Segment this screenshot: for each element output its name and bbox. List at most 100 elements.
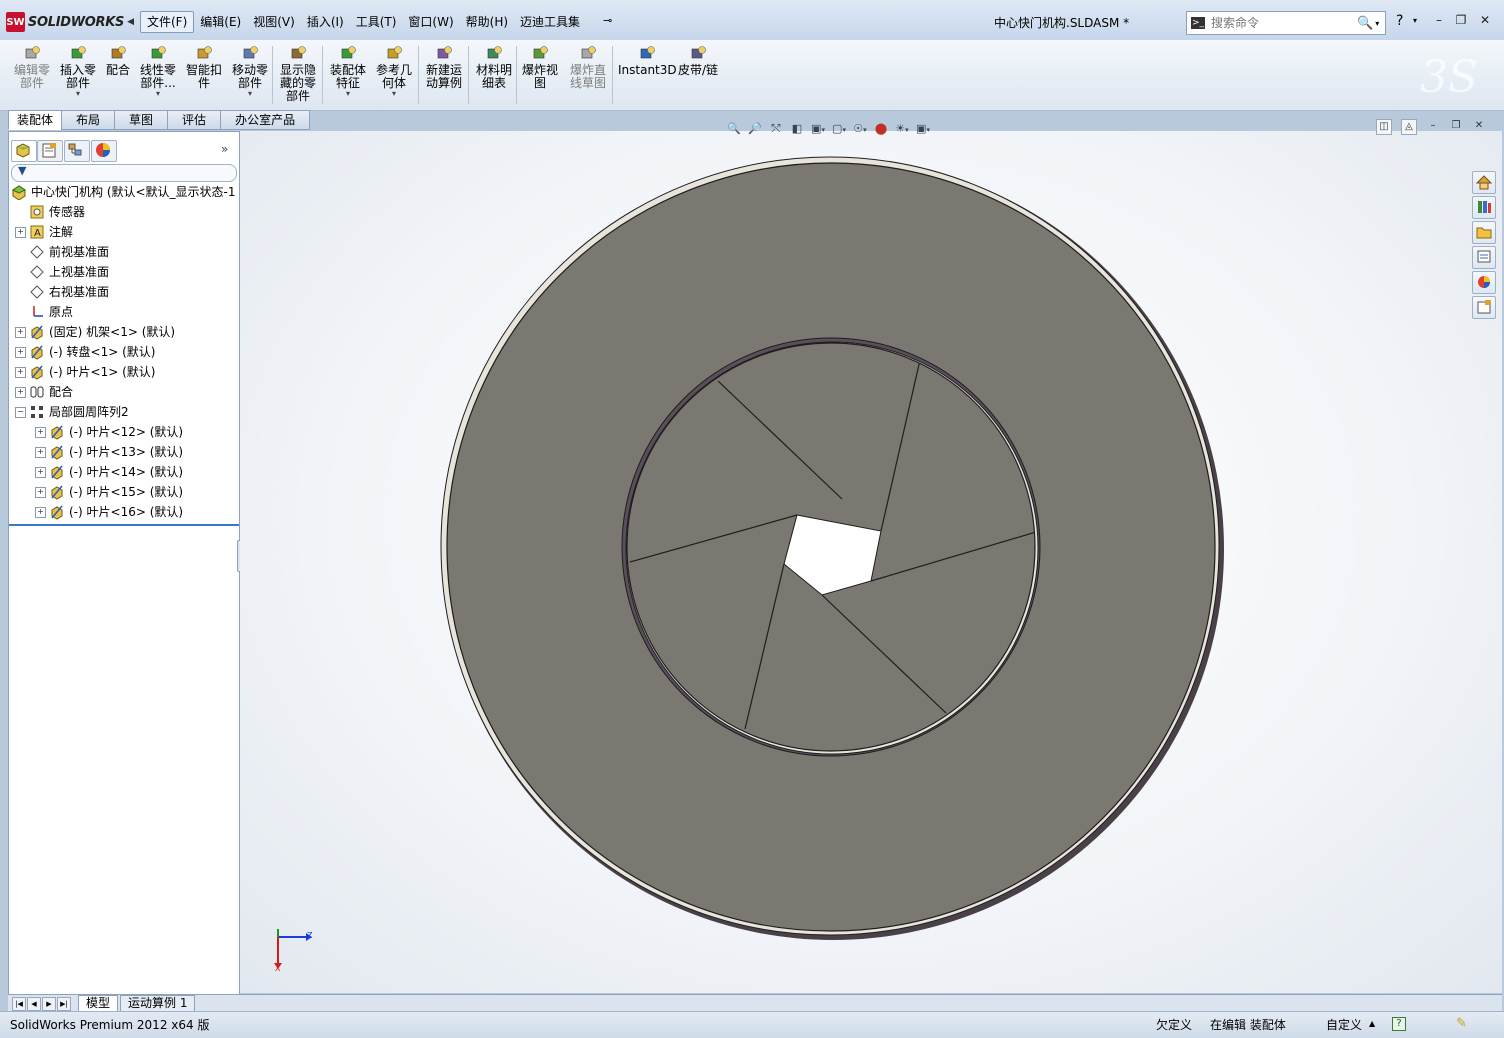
tab-motion-study-1[interactable]: 运动算例 1 xyxy=(120,995,196,1012)
cm-tab-0[interactable]: 装配体 xyxy=(8,110,63,130)
move-component-icon xyxy=(243,46,258,59)
instant3d-button[interactable]: Instant3D xyxy=(618,44,677,77)
tree-node[interactable]: + (-) 转盘<1> (默认) xyxy=(15,342,155,362)
rebuild-icon[interactable]: ✎ xyxy=(1456,1016,1467,1031)
design-library-tab[interactable] xyxy=(1472,196,1496,219)
new-motion-study-button[interactable]: 新建运 动算例 xyxy=(426,44,462,90)
last-tab-icon[interactable]: ▶| xyxy=(57,997,71,1011)
tree-node[interactable]: 传感器 xyxy=(15,202,85,222)
assembly-features-button[interactable]: 装配体 特征 ▾ xyxy=(330,44,366,98)
display-manager-tab[interactable] xyxy=(91,140,117,162)
search-box[interactable]: >_ 🔍 ▾ xyxy=(1186,11,1386,35)
cm-tab-2[interactable]: 草图 xyxy=(114,110,169,130)
caret-left-icon[interactable]: ◀ xyxy=(127,17,134,27)
graphics-area[interactable]: 🔍 🔎 ⤲ ◧ ▣▾ ▢▾ ☉▾ ⬤ ☀▾ ▣▾ ◫ ◬ – ❐ ✕ Z X xyxy=(240,119,1502,993)
expand-icon[interactable]: + xyxy=(35,446,46,458)
next-tab-icon[interactable]: ▶ xyxy=(42,997,56,1011)
insert-component-dropdown-icon[interactable]: ▾ xyxy=(76,90,80,98)
linear-pattern-dropdown-icon[interactable]: ▾ xyxy=(156,90,160,98)
bom-button[interactable]: 材料明 细表 xyxy=(476,44,512,90)
expand-icon[interactable]: + xyxy=(15,386,26,398)
tree-node[interactable]: + (固定) 机架<1> (默认) xyxy=(15,322,175,342)
expand-icon[interactable]: + xyxy=(35,466,46,478)
tree-node[interactable]: + (-) 叶片<1> (默认) xyxy=(15,362,155,382)
units-arrow-icon[interactable]: ▲ xyxy=(1369,1019,1375,1028)
quick-tips-icon[interactable]: ? xyxy=(1392,1017,1406,1031)
tree-node[interactable]: 前视基准面 xyxy=(15,242,109,262)
reference-geometry-button[interactable]: 参考几 何体 ▾ xyxy=(376,44,412,98)
tree-root-assembly[interactable]: 中心快门机构 (默认<默认_显示状态-1 xyxy=(11,182,236,202)
prev-tab-icon[interactable]: ◀ xyxy=(27,997,41,1011)
appearances-tab[interactable] xyxy=(1472,271,1496,294)
tree-node[interactable]: + (-) 叶片<12> (默认) xyxy=(35,422,183,442)
tree-node[interactable]: 右视基准面 xyxy=(15,282,109,302)
menu-item-0[interactable]: 文件(F) xyxy=(140,11,195,33)
help-button[interactable]: ? xyxy=(1396,13,1403,29)
restore-button[interactable]: ❐ xyxy=(1452,12,1470,28)
tab-model[interactable]: 模型 xyxy=(78,995,119,1012)
menu-item-4[interactable]: 工具(T) xyxy=(350,12,403,32)
close-button[interactable]: ✕ xyxy=(1476,12,1494,28)
tree-node[interactable]: 上视基准面 xyxy=(15,262,109,282)
minimize-button[interactable]: – xyxy=(1430,12,1448,28)
shutter-blades[interactable] xyxy=(627,343,1036,751)
expand-icon[interactable]: + xyxy=(35,426,46,438)
filter-icon[interactable]: ▼ xyxy=(18,164,26,177)
expand-icon[interactable]: + xyxy=(15,326,26,338)
model-view[interactable] xyxy=(240,131,1502,993)
insert-component-button[interactable]: 插入零 部件 ▾ xyxy=(60,44,96,98)
view-palette-tab[interactable] xyxy=(1472,246,1496,269)
tree-node[interactable]: − 局部圆周阵列2 xyxy=(15,402,129,422)
pin-icon[interactable]: ⊸ xyxy=(603,14,612,27)
move-component-button[interactable]: 移动零 部件 ▾ xyxy=(232,44,268,98)
tree-node[interactable]: + 配合 xyxy=(15,382,73,402)
tree-filter[interactable]: ▼ xyxy=(11,164,237,182)
search-input[interactable] xyxy=(1209,15,1353,31)
search-icon[interactable]: 🔍 xyxy=(1357,16,1373,31)
mate-button[interactable]: 配合 xyxy=(106,44,130,77)
property-manager-tab[interactable] xyxy=(37,140,63,162)
expand-icon[interactable]: + xyxy=(35,506,46,518)
expand-icon[interactable]: + xyxy=(15,366,26,378)
exploded-view-button[interactable]: 爆炸视 图 xyxy=(522,44,558,90)
status-units[interactable]: 自定义 xyxy=(1326,1016,1362,1033)
expand-panel-icon[interactable]: » xyxy=(221,142,228,156)
tree-node[interactable]: + (-) 叶片<15> (默认) xyxy=(35,482,183,502)
feature-manager-tab[interactable] xyxy=(11,140,37,162)
belt-chain-button[interactable]: 皮带/链 xyxy=(678,44,718,77)
menu-item-6[interactable]: 帮助(H) xyxy=(460,12,514,32)
smart-fastener-button[interactable]: 智能扣 件 xyxy=(186,44,222,90)
expand-icon[interactable]: + xyxy=(35,486,46,498)
solidworks-logo[interactable]: SW SOLIDWORKS ◀ xyxy=(6,10,134,34)
reference-geometry-dropdown-icon[interactable]: ▾ xyxy=(392,90,396,98)
show-hidden-button[interactable]: 显示隐 藏的零 部件 xyxy=(280,44,316,103)
tree-node[interactable]: 原点 xyxy=(15,302,73,322)
custom-properties-tab[interactable] xyxy=(1472,296,1496,319)
menu-item-2[interactable]: 视图(V) xyxy=(247,12,301,32)
menu-item-3[interactable]: 插入(I) xyxy=(301,12,350,32)
collapse-icon[interactable]: − xyxy=(15,406,26,418)
menu-item-1[interactable]: 编辑(E) xyxy=(194,12,247,32)
first-tab-icon[interactable]: |◀ xyxy=(12,997,26,1011)
cm-tab-1[interactable]: 布局 xyxy=(61,110,116,130)
help-dropdown-icon[interactable]: ▾ xyxy=(1413,16,1417,25)
explode-line-button[interactable]: 爆炸直 线草图 xyxy=(570,44,606,90)
linear-pattern-button[interactable]: 线性零 部件... ▾ xyxy=(140,44,176,98)
cm-tab-4[interactable]: 办公室产品 xyxy=(220,110,311,130)
assembly-features-dropdown-icon[interactable]: ▾ xyxy=(346,90,350,98)
tree-node[interactable]: + (-) 叶片<13> (默认) xyxy=(35,442,183,462)
tree-node[interactable]: + (-) 叶片<16> (默认) xyxy=(35,502,183,522)
search-dropdown-icon[interactable]: ▾ xyxy=(1375,19,1379,28)
cm-tab-3[interactable]: 评估 xyxy=(167,110,222,130)
configuration-manager-tab[interactable] xyxy=(64,140,90,162)
expand-icon[interactable]: + xyxy=(15,226,26,238)
menu-item-7[interactable]: 迈迪工具集 xyxy=(514,12,586,32)
expand-icon[interactable]: + xyxy=(15,346,26,358)
file-explorer-tab[interactable] xyxy=(1472,221,1496,244)
move-component-dropdown-icon[interactable]: ▾ xyxy=(248,90,252,98)
solidworks-resources-tab[interactable] xyxy=(1472,171,1496,194)
tree-node[interactable]: + (-) 叶片<14> (默认) xyxy=(35,462,183,482)
edit-component-button[interactable]: 编辑零 部件 xyxy=(14,44,50,90)
tree-node[interactable]: + A 注解 xyxy=(15,222,73,242)
menu-item-5[interactable]: 窗口(W) xyxy=(402,12,459,32)
